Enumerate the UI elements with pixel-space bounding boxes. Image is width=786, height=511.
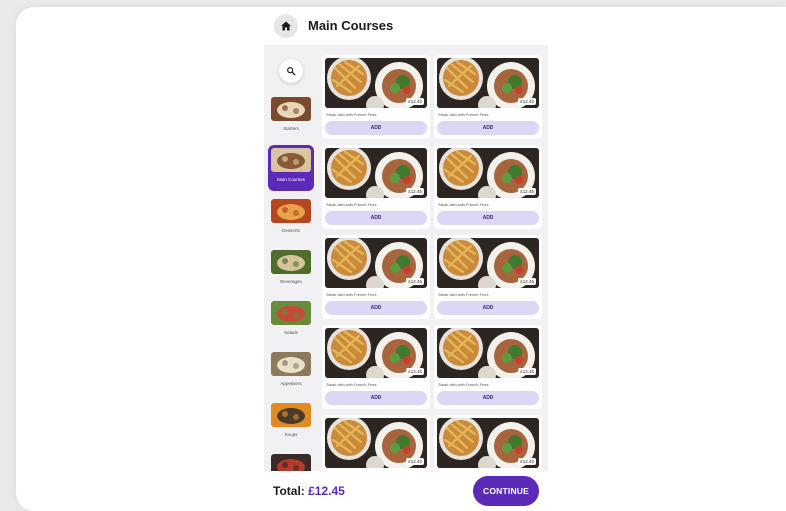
price-badge: £12.45 — [518, 458, 536, 465]
price-badge: £12.45 — [518, 98, 536, 105]
search-button[interactable] — [279, 59, 303, 83]
price-badge: £12.45 — [406, 188, 424, 195]
category-1[interactable]: Main Courses — [268, 145, 314, 191]
menu-item-card: £12.45 Steak dish with French Fries ADD — [434, 145, 542, 229]
menu-item-card: £12.45 Steak dish with French Fries ADD — [322, 325, 430, 409]
food-image[interactable]: £12.45 — [325, 328, 427, 378]
item-name: Steak dish with French Fries — [326, 292, 377, 297]
food-image[interactable]: £12.45 — [437, 328, 539, 378]
category-sidebar: Starters Main Courses Desserts Beverages Sal… — [264, 45, 318, 471]
add-button[interactable]: ADD — [325, 301, 427, 315]
category-thumbnail — [271, 352, 311, 376]
category-label: Beverages — [280, 279, 302, 284]
total-label: Total: — [273, 484, 305, 498]
food-image[interactable]: £12.45 — [437, 418, 539, 468]
price-badge: £12.45 — [518, 368, 536, 375]
category-thumbnail — [271, 403, 311, 427]
add-button[interactable]: ADD — [437, 301, 539, 315]
menu-item-card: £12.45 Steak dish with French Fries ADD — [322, 55, 430, 139]
food-image[interactable]: £12.45 — [437, 148, 539, 198]
category-thumbnail — [271, 97, 311, 121]
item-name: Steak dish with French Fries — [438, 292, 489, 297]
item-name: Steak dish with French Fries — [438, 202, 489, 207]
food-image[interactable]: £12.45 — [325, 148, 427, 198]
category-label: Main Courses — [277, 177, 305, 182]
home-icon — [281, 21, 291, 31]
item-name: Steak dish with French Fries — [438, 382, 489, 387]
category-6[interactable]: Soups — [268, 400, 314, 446]
add-button[interactable]: ADD — [325, 211, 427, 225]
continue-button[interactable]: CONTINUE — [473, 476, 539, 506]
price-badge: £12.45 — [406, 278, 424, 285]
category-5[interactable]: Appetisers — [268, 349, 314, 395]
category-label: Salads — [284, 330, 298, 335]
price-badge: £12.45 — [406, 458, 424, 465]
category-label: Appetisers — [280, 381, 302, 386]
top-bar: Main Courses — [264, 7, 548, 45]
total-amount: £12.45 — [308, 484, 345, 498]
menu-item-card: £12.45 Steak dish with French Fries ADD — [322, 235, 430, 319]
category-7[interactable] — [268, 451, 314, 471]
price-badge: £12.45 — [406, 368, 424, 375]
page-title: Main Courses — [308, 18, 394, 33]
category-4[interactable]: Salads — [268, 298, 314, 344]
menu-item-card: £12.45 — [434, 415, 542, 471]
price-badge: £12.45 — [518, 278, 536, 285]
food-image[interactable]: £12.45 — [325, 238, 427, 288]
order-footer: Total: £12.45 CONTINUE — [264, 471, 548, 511]
food-image[interactable]: £12.45 — [325, 58, 427, 108]
add-button[interactable]: ADD — [325, 121, 427, 135]
category-3[interactable]: Beverages — [268, 247, 314, 293]
app-screen: Main Courses Starters Main Courses Dessert… — [264, 7, 548, 511]
category-2[interactable]: Desserts — [268, 196, 314, 242]
item-name: Steak dish with French Fries — [438, 112, 489, 117]
main-content: Starters Main Courses Desserts Beverages Sal… — [264, 45, 548, 471]
category-0[interactable]: Starters — [268, 94, 314, 140]
category-thumbnail — [271, 199, 311, 223]
category-thumbnail — [271, 250, 311, 274]
food-image[interactable]: £12.45 — [325, 418, 427, 468]
category-label: Soups — [284, 432, 298, 437]
category-label: Starters — [283, 126, 299, 131]
category-thumbnail — [271, 454, 311, 471]
menu-item-card: £12.45 — [322, 415, 430, 471]
food-image[interactable]: £12.45 — [437, 58, 539, 108]
menu-item-card: £12.45 Steak dish with French Fries ADD — [434, 235, 542, 319]
item-name: Steak dish with French Fries — [326, 112, 377, 117]
menu-items-grid: £12.45 Steak dish with French Fries ADD £12… — [320, 45, 548, 471]
home-button[interactable] — [274, 14, 298, 38]
menu-item-card: £12.45 Steak dish with French Fries ADD — [434, 325, 542, 409]
food-image[interactable]: £12.45 — [437, 238, 539, 288]
category-thumbnail — [271, 301, 311, 325]
price-badge: £12.45 — [406, 98, 424, 105]
item-name: Steak dish with French Fries — [326, 202, 377, 207]
add-button[interactable]: ADD — [325, 391, 427, 405]
category-label: Desserts — [282, 228, 300, 233]
add-button[interactable]: ADD — [437, 391, 539, 405]
add-button[interactable]: ADD — [437, 121, 539, 135]
item-name: Steak dish with French Fries — [326, 382, 377, 387]
add-button[interactable]: ADD — [437, 211, 539, 225]
order-total: Total: £12.45 — [273, 484, 345, 498]
search-icon — [287, 67, 296, 76]
category-thumbnail — [271, 148, 311, 172]
menu-item-card: £12.45 Steak dish with French Fries ADD — [434, 55, 542, 139]
price-badge: £12.45 — [518, 188, 536, 195]
menu-item-card: £12.45 Steak dish with French Fries ADD — [322, 145, 430, 229]
